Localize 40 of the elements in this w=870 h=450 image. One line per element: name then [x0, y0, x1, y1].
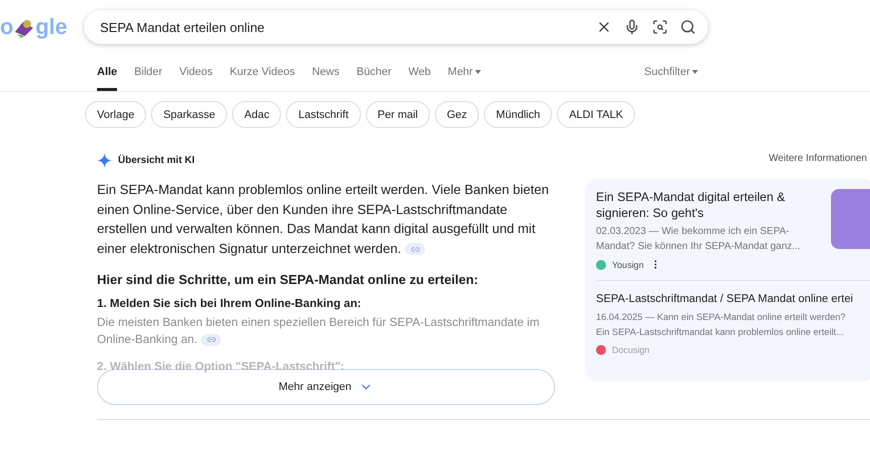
step-text: Die meisten Banken bieten einen speziellen Bereich für SEPA-Lastschriftmandate im Online-Banking an. [97, 314, 540, 348]
search-icon[interactable] [680, 19, 696, 35]
microphone-icon[interactable] [624, 19, 640, 35]
filter-chip[interactable]: Lastschrift [286, 101, 361, 128]
link-icon[interactable] [201, 334, 222, 346]
source-title-link[interactable]: Ein SEPA-Mandat digital erteilen & signieren: So geht's [596, 189, 823, 221]
tab[interactable]: News [312, 53, 340, 91]
logo-text: o [0, 16, 14, 38]
source-snippet: 16.04.2025 — Kann ein SEPA-Mandat online erteilt werden? Ein SEPA-Lastschriftmandat kann problemlos online erteilt... [596, 311, 846, 339]
filter-chip[interactable]: Vorlage [85, 101, 146, 128]
logo-text: gle [35, 16, 68, 38]
step-title: 1. Melden Sie sich bei Ihrem Online-Banking an: [97, 297, 362, 310]
camera-icon[interactable] [652, 19, 668, 35]
search-field[interactable]: SEPA Mandat erteilen online [84, 10, 708, 44]
tab[interactable]: Videos [179, 53, 213, 91]
summary-text: Ein SEPA-Mandat kann problemlos online erteilt werden. Viele Banken bieten einen Online-Service, über den Kunden ihre SEPA-Lastschriftmandate erstellen und verwalten können. Das Mandat kann digital ausgefüllt und mit einer elektronischen Signatur unterzeichnet werden. [97, 181, 550, 258]
filter-chip[interactable]: Sparkasse [151, 101, 228, 128]
filter-chip[interactable]: Gez [434, 101, 480, 128]
filter-chip[interactable]: Adac [232, 101, 282, 128]
more-info-link[interactable]: Weitere Informationen [585, 153, 867, 164]
filter-chip[interactable]: Mündlich [484, 101, 552, 128]
tab[interactable]: Kurze Videos [230, 53, 295, 91]
steps-heading: Hier sind die Schritte, um ein SEPA-Mandat online zu erteilen: [97, 272, 480, 287]
search-filter-button[interactable]: Suchfilter [644, 66, 698, 78]
source-snippet: 02.03.2023 — Wie bekomme ich ein SEPA- Mandat? Sie können Ihr SEPA-Mandat ganz... [596, 225, 802, 254]
source-title-link[interactable]: SEPA-Lastschriftmandat / SEPA Mandat online ertei [596, 291, 870, 307]
tab[interactable]: Web [408, 53, 431, 91]
tab[interactable]: Mehr [448, 53, 481, 91]
caret-icon [474, 70, 481, 74]
tab[interactable]: Bücher [356, 53, 392, 91]
sparkle-icon [97, 153, 112, 168]
tab[interactable]: Alle [97, 53, 118, 91]
site-name: Yousign [612, 260, 644, 270]
ai-overview-title: Übersicht mit KI [118, 155, 195, 166]
tab[interactable]: Bilder [134, 53, 162, 91]
site-name: Docusign [612, 345, 650, 355]
filter-chip[interactable]: Per mail [366, 101, 430, 128]
link-icon[interactable] [405, 243, 426, 256]
filter-chip[interactable]: ALDI TALK [557, 101, 636, 128]
caret-icon [692, 70, 698, 74]
